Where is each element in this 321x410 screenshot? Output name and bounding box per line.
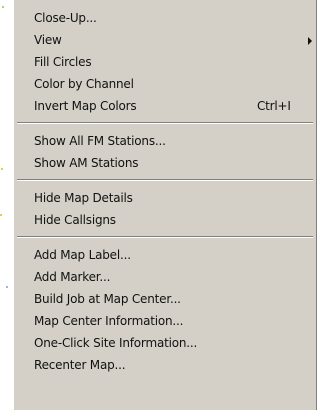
background-speck xyxy=(2,6,4,8)
menu-item-label: Show All FM Stations... xyxy=(34,134,166,148)
menu-item-label: Map Center Information... xyxy=(34,314,184,328)
menu-item-label: Color by Channel xyxy=(34,77,134,91)
menu-item-recenter-map[interactable]: Recenter Map... xyxy=(14,354,316,376)
menu-item-label: Add Marker... xyxy=(34,270,111,284)
background-speck xyxy=(1,168,3,170)
menu-item-label: Add Map Label... xyxy=(34,248,131,262)
menu-item-label: Show AM Stations xyxy=(34,156,139,170)
menu-item-map-center-information[interactable]: Map Center Information... xyxy=(14,310,316,332)
menu-item-label: One-Click Site Information... xyxy=(34,336,198,350)
menu-item-add-map-label[interactable]: Add Map Label... xyxy=(14,244,316,266)
menu-separator xyxy=(14,174,316,187)
menu-separator xyxy=(14,117,316,130)
menu-item-label: Close-Up... xyxy=(34,11,97,25)
menu-item-label: Build Job at Map Center... xyxy=(34,292,181,306)
menu-item-label: View xyxy=(34,33,62,47)
background-speck xyxy=(6,286,8,288)
menu-item-label: Recenter Map... xyxy=(34,358,126,372)
submenu-arrow-icon xyxy=(308,37,312,45)
menu-item-label: Hide Callsigns xyxy=(34,213,116,227)
menu-item-color-by-channel[interactable]: Color by Channel xyxy=(14,73,316,95)
menu-item-view[interactable]: View xyxy=(14,29,316,51)
menu-item-fill-circles[interactable]: Fill Circles xyxy=(14,51,316,73)
menu-item-hide-map-details[interactable]: Hide Map Details xyxy=(14,187,316,209)
menu-item-one-click-site-information[interactable]: One-Click Site Information... xyxy=(14,332,316,354)
menu-item-add-marker[interactable]: Add Marker... xyxy=(14,266,316,288)
menu-item-build-job-at-map-center[interactable]: Build Job at Map Center... xyxy=(14,288,316,310)
menu-item-show-all-fm-stations[interactable]: Show All FM Stations... xyxy=(14,130,316,152)
menu-separator xyxy=(14,231,316,244)
menu-item-close-up[interactable]: Close-Up... xyxy=(14,7,316,29)
context-menu-items: Close-Up... View Fill Circles Color by C… xyxy=(14,0,316,376)
menu-item-shortcut: Ctrl+I xyxy=(257,99,291,113)
menu-item-show-am-stations[interactable]: Show AM Stations xyxy=(14,152,316,174)
menu-item-label: Invert Map Colors xyxy=(34,99,137,113)
context-menu: Close-Up... View Fill Circles Color by C… xyxy=(13,0,317,410)
background-speck xyxy=(0,214,2,216)
menu-item-label: Fill Circles xyxy=(34,55,92,69)
menu-item-label: Hide Map Details xyxy=(34,191,133,205)
menu-item-hide-callsigns[interactable]: Hide Callsigns xyxy=(14,209,316,231)
menu-item-invert-map-colors[interactable]: Invert Map Colors Ctrl+I xyxy=(14,95,316,117)
